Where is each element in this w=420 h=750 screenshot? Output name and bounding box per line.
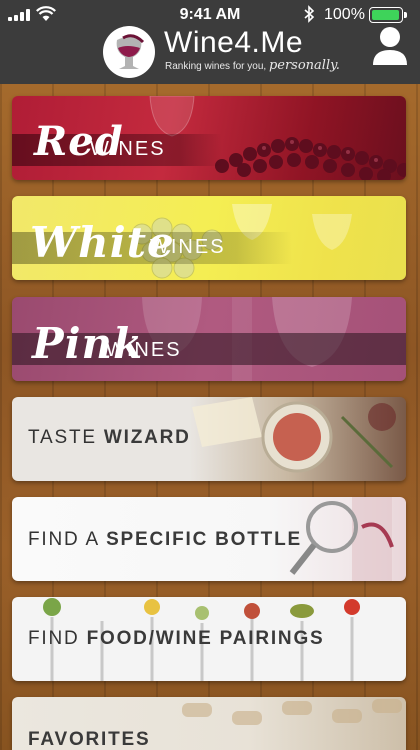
pairings-bold: FOOD/WINE PAIRINGS bbox=[86, 628, 325, 649]
white-wines-button[interactable]: White WINES bbox=[12, 196, 406, 280]
taste-wizard-label: TASTE WIZARD bbox=[28, 427, 191, 449]
corks-image bbox=[182, 699, 402, 725]
battery-fill bbox=[372, 10, 399, 20]
find-bottle-label: FIND A SPECIFIC BOTTLE bbox=[28, 529, 302, 551]
battery-percent: 100% bbox=[324, 6, 365, 23]
pink-wines-button[interactable]: Pink WINES bbox=[12, 297, 406, 381]
bluetooth-icon bbox=[304, 5, 315, 23]
tagline-prefix: Ranking wines for you, bbox=[165, 61, 267, 72]
bottle-bold: SPECIFIC BOTTLE bbox=[106, 529, 302, 550]
bottle-light: FIND A bbox=[28, 529, 107, 550]
grapes-image bbox=[215, 137, 406, 180]
pink-wines-label: WINES bbox=[106, 339, 182, 361]
app-tagline: Ranking wines for you, personally. bbox=[165, 58, 340, 73]
favorites-button[interactable]: FAVORITES bbox=[12, 697, 406, 750]
red-wines-label: WINES bbox=[90, 138, 166, 160]
white-wines-label: WINES bbox=[150, 236, 226, 258]
food-pairings-label: FIND FOOD/WINE PAIRINGS bbox=[28, 628, 325, 650]
app-header: 9:41 AM 100% Wine4.Me Ranking wines for … bbox=[0, 0, 420, 84]
favorites-bold: FAVORITES bbox=[28, 729, 151, 750]
favorites-label: FAVORITES bbox=[28, 729, 150, 750]
pairings-light: FIND bbox=[28, 628, 87, 649]
app-brand: Wine4.Me bbox=[164, 26, 304, 59]
taste-bold: WIZARD bbox=[103, 427, 191, 448]
find-bottle-button[interactable]: FIND A SPECIFIC BOTTLE bbox=[12, 497, 406, 581]
wine-logo-icon bbox=[103, 26, 155, 78]
cheese-and-wine-image bbox=[192, 397, 396, 473]
taste-light: TASTE bbox=[28, 427, 104, 448]
profile-icon[interactable] bbox=[372, 26, 408, 66]
red-wines-button[interactable]: Red WINES bbox=[12, 96, 406, 180]
taste-wizard-button[interactable]: TASTE WIZARD bbox=[12, 397, 406, 481]
battery-icon bbox=[369, 7, 407, 23]
tagline-script: personally. bbox=[268, 58, 340, 73]
food-pairings-button[interactable]: FIND FOOD/WINE PAIRINGS bbox=[12, 597, 406, 681]
